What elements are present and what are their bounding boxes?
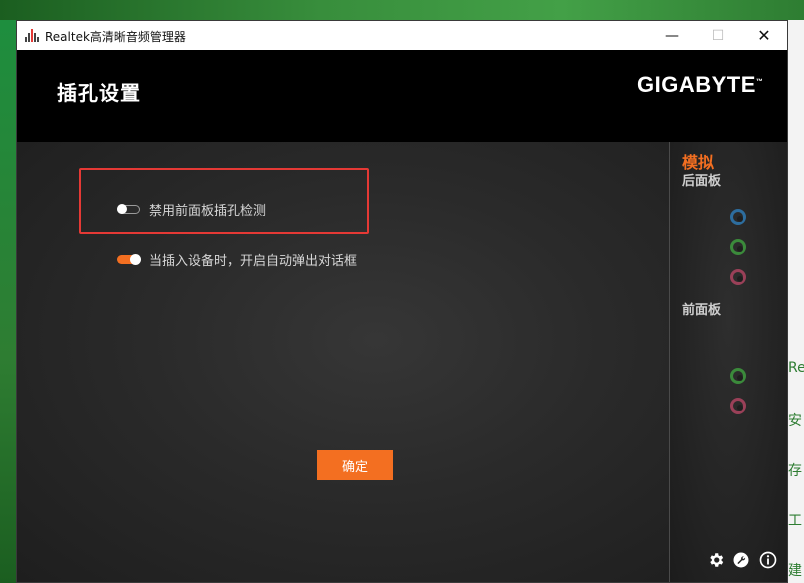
maximize-button[interactable]: ☐ — [695, 21, 741, 50]
connector-side-panel: 模拟 后面板 前面板 — [670, 142, 787, 582]
page-title: 插孔设置 — [57, 81, 141, 105]
wrench-icon[interactable] — [732, 551, 750, 569]
disable-front-panel-detection-label: 禁用前面板插孔检测 — [149, 204, 267, 219]
trademark-mark: ™ — [755, 78, 764, 86]
rear-jack-blue-icon[interactable] — [730, 209, 746, 225]
auto-popup-dialog-row: 当插入设备时，开启自动弹出对话框 — [117, 250, 357, 269]
background-window-edge: Re 安 存 工 建 — [788, 20, 804, 583]
background-text-fragment: 安 — [788, 413, 802, 429]
front-jack-pink-icon[interactable] — [730, 398, 746, 414]
title-bar[interactable]: Realtek高清晰音频管理器 — ☐ ✕ — [17, 21, 787, 50]
background-text-fragment: Re — [788, 360, 804, 376]
gear-icon[interactable] — [707, 551, 725, 569]
jack-settings-panel: 禁用前面板插孔检测 当插入设备时，开启自动弹出对话框 确定 — [17, 142, 669, 582]
desktop-background-left — [0, 20, 16, 583]
ok-button[interactable]: 确定 — [317, 450, 393, 480]
background-text-fragment: 建 — [788, 563, 802, 579]
rear-jack-green-icon[interactable] — [730, 239, 746, 255]
disable-front-panel-detection-toggle[interactable] — [117, 204, 140, 214]
front-jack-green-icon[interactable] — [730, 368, 746, 384]
toggle-knob — [117, 204, 127, 214]
auto-popup-dialog-label: 当插入设备时，开启自动弹出对话框 — [149, 254, 358, 269]
speaker-app-icon — [25, 29, 39, 42]
disable-front-panel-detection-row: 禁用前面板插孔检测 — [117, 200, 266, 219]
toggle-knob — [130, 254, 141, 265]
desktop-background-top — [0, 0, 804, 20]
header-bar: 插孔设置 GIGABYTE™ — [17, 50, 787, 142]
auto-popup-dialog-toggle[interactable] — [117, 254, 141, 265]
rear-panel-label: 后面板 — [682, 174, 722, 189]
gigabyte-logo: GIGABYTE™ — [637, 72, 763, 98]
realtek-audio-manager-window: Realtek高清晰音频管理器 — ☐ ✕ 插孔设置 GIGABYTE™ 禁用前… — [16, 20, 788, 583]
window-title: Realtek高清晰音频管理器 — [45, 30, 186, 44]
background-text-fragment: 工 — [788, 513, 802, 529]
background-text-fragment: 存 — [788, 463, 802, 479]
minimize-button[interactable]: — — [649, 21, 695, 50]
close-button[interactable]: ✕ — [741, 21, 787, 50]
rear-jack-pink-icon[interactable] — [730, 269, 746, 285]
info-icon[interactable] — [759, 551, 777, 569]
front-panel-label: 前面板 — [682, 303, 722, 318]
brand-text: GIGABYTE — [637, 72, 756, 97]
